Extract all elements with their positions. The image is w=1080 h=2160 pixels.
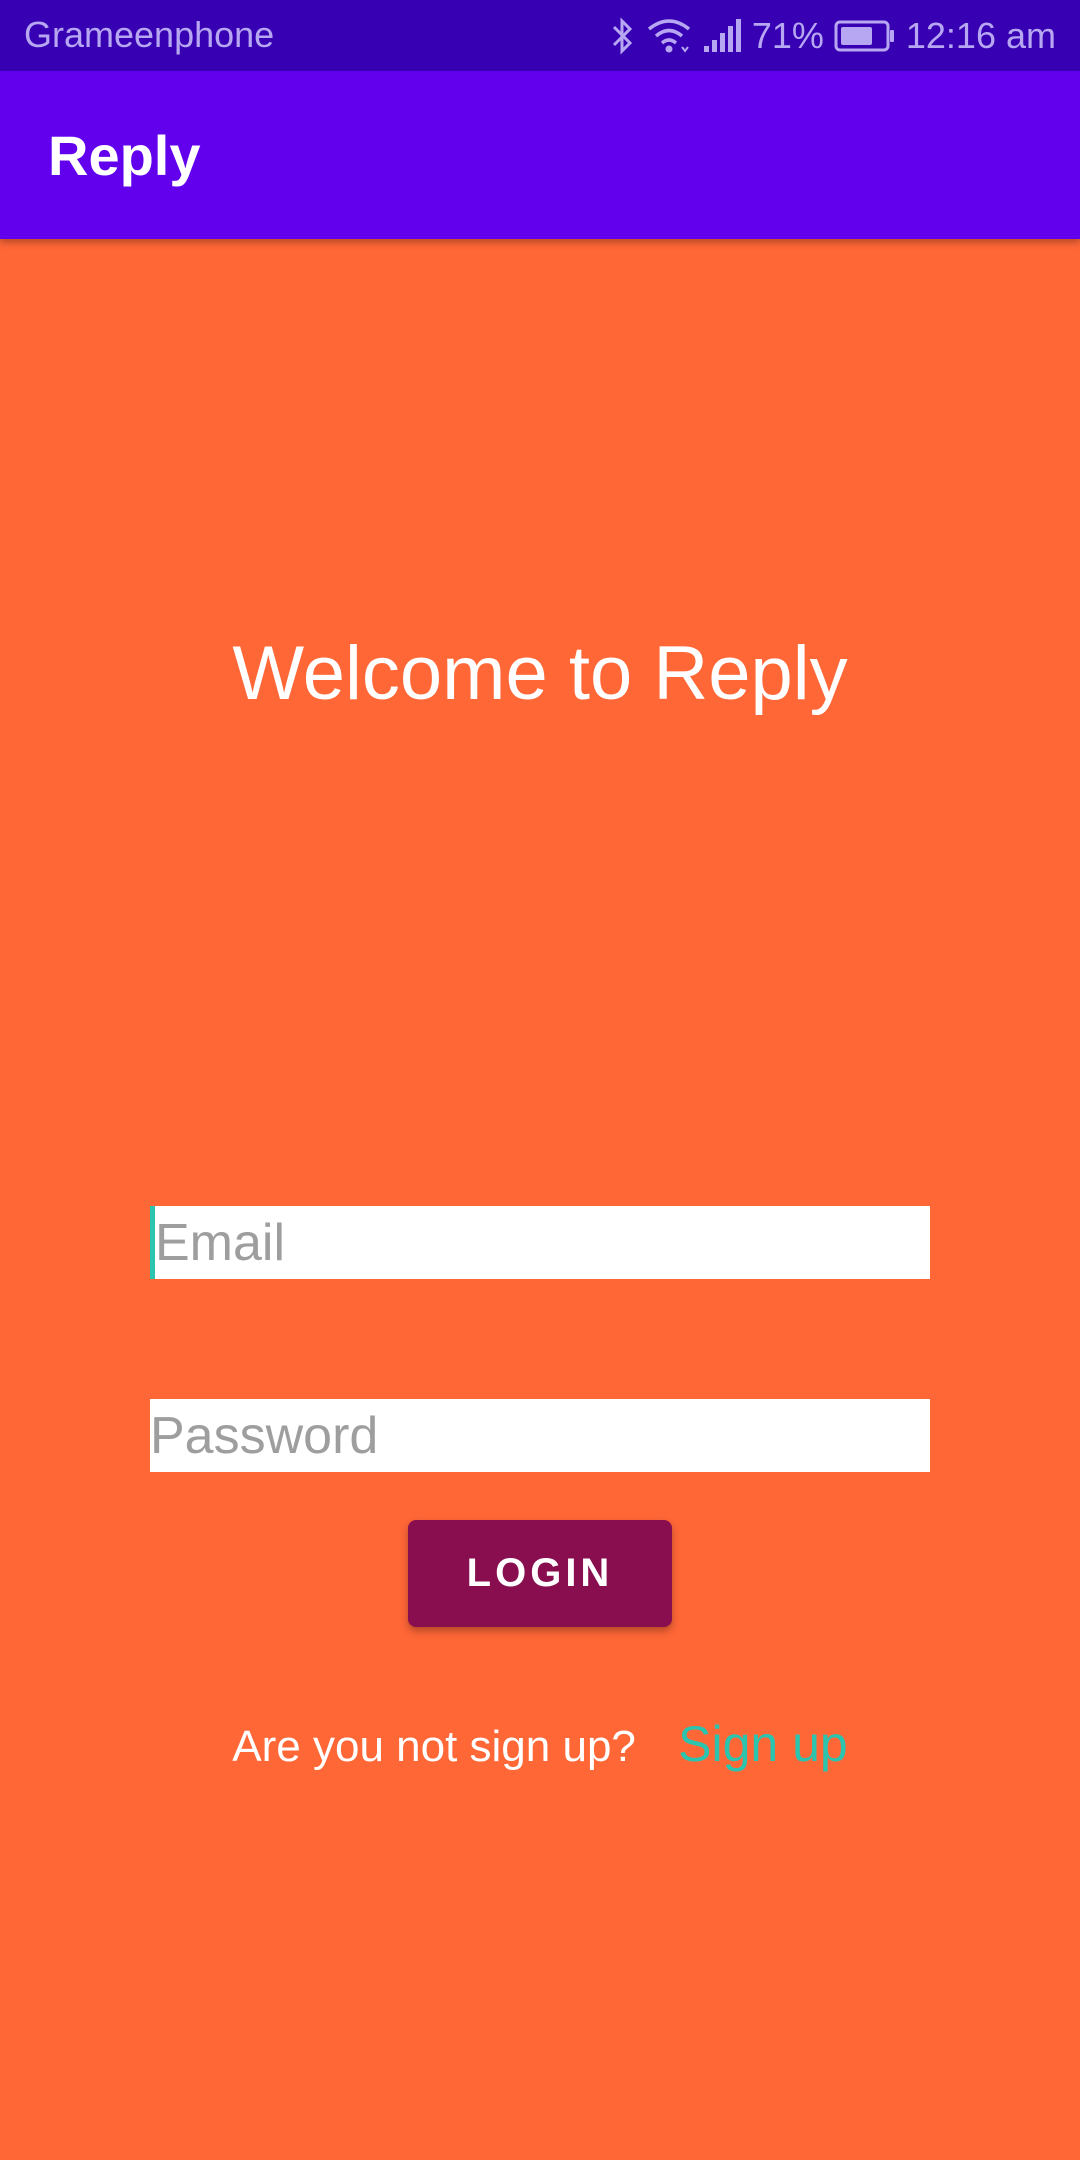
status-icons: 71% 12:16 am [610, 10, 1056, 62]
login-button[interactable]: LOGIN [408, 1520, 672, 1627]
signup-row: Are you not sign up? Sign up [0, 1715, 1080, 1773]
carrier-name: Grameenphone [24, 14, 275, 55]
battery-percent: 71% [751, 15, 824, 56]
wifi-icon [646, 17, 692, 55]
welcome-heading: Welcome to Reply [232, 631, 848, 716]
battery-icon [834, 20, 896, 52]
bluetooth-icon [610, 17, 636, 55]
clock: 12:16 am [905, 15, 1056, 56]
signup-link[interactable]: Sign up [678, 1716, 848, 1772]
app-bar: Reply [0, 71, 1080, 239]
status-bar: Grameenphone 71% 12:16 am [0, 0, 1080, 71]
signal-icon [702, 18, 742, 54]
password-field[interactable] [150, 1399, 930, 1472]
app-title: Reply [48, 124, 201, 187]
email-field[interactable] [150, 1206, 930, 1279]
signup-question: Are you not sign up? [232, 1722, 636, 1771]
